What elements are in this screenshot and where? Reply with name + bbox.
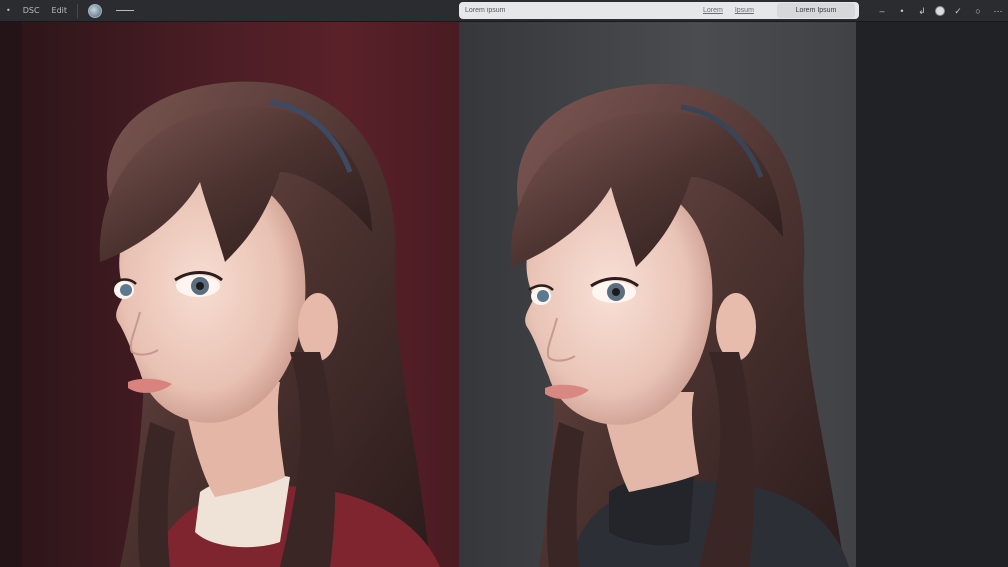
search-bar: Lorem Ipsum Lorem Ipsum [459, 2, 859, 19]
check-icon[interactable]: ✓ [951, 6, 965, 17]
dot-icon[interactable]: • [895, 6, 909, 16]
toolbar-left-group: • DSC Edit [0, 0, 135, 22]
circle-icon[interactable]: ○ [971, 6, 985, 16]
search-input[interactable] [465, 7, 645, 14]
top-toolbar: • DSC Edit Lorem Ipsum Lorem Ipsum – • ↲… [0, 0, 1008, 22]
globe-icon[interactable] [88, 3, 103, 18]
search-link-ipsum[interactable]: Ipsum [735, 7, 754, 14]
minus-icon[interactable]: – [875, 6, 889, 16]
left-edge-strip [0, 22, 22, 567]
left-image-panel[interactable] [0, 22, 459, 567]
portrait-image-gray [510, 83, 849, 567]
toolbar-divider [77, 3, 79, 18]
search-action-button[interactable]: Lorem Ipsum [777, 3, 855, 18]
right-side-empty-area [856, 22, 1008, 567]
minus-line-icon [116, 10, 135, 11]
toolbar-button-edit[interactable]: Edit [46, 0, 74, 22]
right-image-panel[interactable] [459, 22, 856, 567]
portrait-image-red [99, 81, 440, 567]
toolbar-right-group: – • ↲ ✓ ○ ⋯ [872, 0, 1008, 22]
share-icon[interactable]: ↲ [915, 6, 929, 17]
search-links: Lorem Ipsum [703, 2, 766, 19]
avatar-icon[interactable] [935, 6, 945, 16]
toolbar-button-dsc[interactable]: DSC [17, 0, 46, 22]
menu-dot-icon[interactable]: • [0, 0, 17, 22]
more-icon[interactable]: ⋯ [991, 6, 1005, 17]
search-link-lorem[interactable]: Lorem [703, 7, 723, 14]
